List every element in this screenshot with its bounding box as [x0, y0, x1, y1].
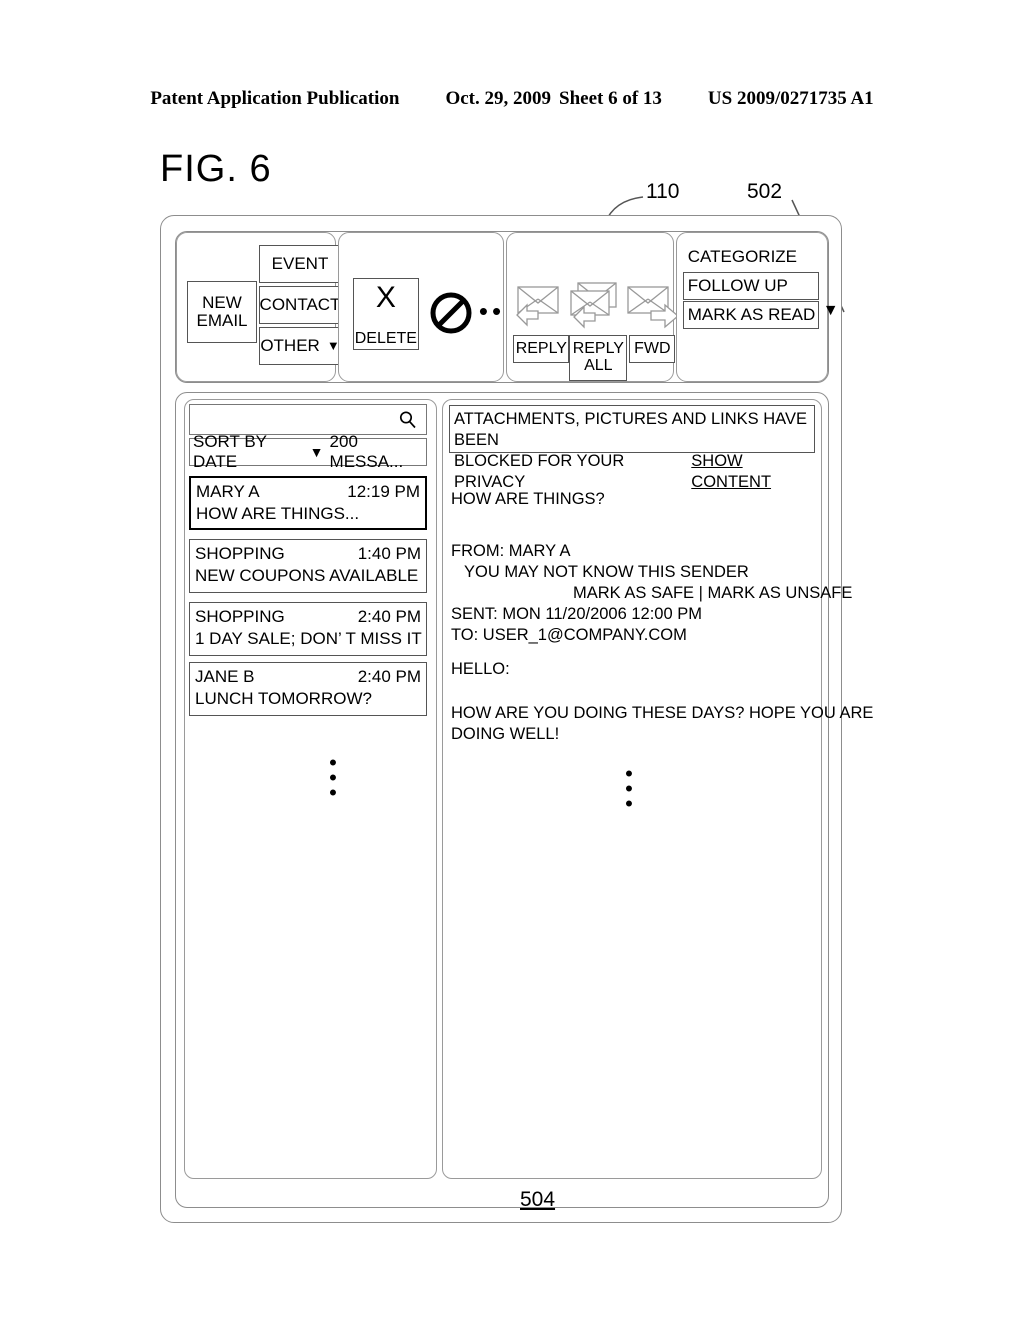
reply-all-label-line1: REPLY: [572, 340, 624, 358]
body-continuation-dots-icon: • • •: [625, 761, 633, 816]
message-list-item[interactable]: JANE B 2:40 PM LUNCH TOMORROW?: [189, 662, 427, 716]
message-preview: NEW COUPONS AVAILABLE: [195, 566, 419, 585]
search-icon[interactable]: [398, 410, 418, 430]
message-count-label: 200 MESSA...: [329, 432, 404, 471]
message-list-pane: SORT BY DATE ▼ 200 MESSA... MARY A 12:19…: [184, 399, 437, 1179]
ribbon-group-delete: X DELETE •••: [337, 232, 514, 382]
patent-number: US 2009/0271735 A1: [707, 88, 874, 109]
message-sender: JANE B: [195, 667, 255, 686]
mark-as-read-label: MARK AS READ: [687, 305, 816, 324]
patent-header: Patent Application Publication Oct. 29, …: [0, 88, 1024, 110]
figure-label: FIG. 6: [160, 148, 272, 190]
message-sender: SHOPPING: [195, 544, 285, 563]
ref-numeral-504: 504: [520, 1188, 556, 1211]
new-other-dropdown[interactable]: OTHER ▼: [259, 327, 341, 365]
reply-button[interactable]: REPLY: [513, 335, 570, 363]
categorize-label: CATEGORIZE: [687, 247, 798, 266]
message-time: 2:40 PM: [357, 607, 421, 626]
sort-bar[interactable]: SORT BY DATE ▼ 200 MESSA...: [189, 432, 427, 471]
publication-date: Oct. 29, 2009: [445, 88, 552, 109]
sort-chevron-down-icon[interactable]: ▼: [310, 444, 324, 460]
sheet-number: Sheet 6 of 13: [559, 88, 662, 109]
publication-label: Patent Application Publication: [150, 88, 400, 109]
email-body-line-1: HOW ARE YOU DOING THESE DAYS? HOPE YOU A…: [451, 704, 874, 722]
reply-icon-row: [515, 281, 681, 333]
follow-up-label: FOLLOW UP: [687, 276, 788, 295]
new-contact-button[interactable]: CONTACT: [259, 286, 341, 324]
blocked-content-banner: ATTACHMENTS, PICTURES AND LINKS HAVE BEE…: [449, 405, 815, 491]
message-list-item[interactable]: SHOPPING 2:40 PM 1 DAY SALE; DON’ T MISS…: [189, 602, 427, 656]
forward-label: FWD: [634, 339, 671, 357]
content-area: SORT BY DATE ▼ 200 MESSA... MARY A 12:19…: [175, 392, 873, 1208]
email-from: FROM: MARY A: [451, 542, 571, 560]
ribbon-group-categorize: CATEGORIZE FOLLOW UP MARK AS READ ▼: [675, 232, 839, 382]
show-content-link[interactable]: SHOW CONTENT: [691, 451, 810, 493]
categorize-button[interactable]: CATEGORIZE: [682, 243, 819, 271]
email-to: TO: USER_1@COMPANY.COM: [451, 626, 687, 644]
mark-as-read-button[interactable]: MARK AS READ: [682, 301, 819, 329]
message-sender: SHOPPING: [195, 607, 285, 626]
follow-up-button[interactable]: FOLLOW UP: [682, 272, 819, 300]
blocked-line-2: BLOCKED FOR YOUR PRIVACY: [454, 452, 625, 491]
ribbon-group-reply: REPLY REPLY ALL FWD: [506, 232, 680, 382]
new-event-label: EVENT: [271, 254, 329, 274]
blocked-line-1: ATTACHMENTS, PICTURES AND LINKS HAVE BEE…: [454, 410, 807, 449]
new-email-label-line1: NEW: [202, 293, 242, 313]
reply-label: REPLY: [515, 339, 567, 357]
message-preview: LUNCH TOMORROW?: [195, 689, 372, 708]
search-field[interactable]: [189, 404, 427, 435]
delete-label: DELETE: [354, 330, 417, 347]
reply-all-button[interactable]: REPLY ALL: [569, 335, 628, 381]
device-frame: NEW EMAIL EVENT CONTACT OTHER ▼ X DELETE: [160, 215, 873, 1223]
reading-pane: ATTACHMENTS, PICTURES AND LINKS HAVE BEE…: [442, 399, 873, 1179]
sort-label: SORT BY DATE: [193, 432, 267, 471]
forward-button[interactable]: FWD: [629, 335, 676, 363]
list-continuation-dots-icon: • • •: [329, 750, 337, 805]
message-time: 2:40 PM: [357, 667, 421, 686]
new-event-button[interactable]: EVENT: [259, 245, 341, 283]
delete-button[interactable]: X DELETE: [352, 278, 419, 350]
new-other-label: OTHER: [260, 336, 320, 356]
message-time: 1:40 PM: [357, 544, 421, 563]
reply-envelope-icon[interactable]: [515, 281, 571, 331]
x-icon: X: [375, 281, 396, 314]
message-list-item[interactable]: SHOPPING 1:40 PM NEW COUPONS AVAILABLE: [189, 539, 427, 593]
categorize-dropdown-caret-icon[interactable]: ▼: [823, 303, 839, 319]
new-contact-label: CONTACT: [259, 295, 341, 315]
message-sender: MARY A: [196, 482, 260, 501]
message-list-item[interactable]: MARY A 12:19 PM HOW ARE THINGS...: [189, 476, 427, 530]
email-subject: HOW ARE THINGS?: [451, 490, 605, 508]
new-email-button[interactable]: NEW EMAIL: [187, 281, 257, 343]
forward-envelope-icon[interactable]: [625, 281, 681, 331]
no-entry-icon[interactable]: [429, 291, 473, 335]
new-email-label-line2: EMAIL: [196, 311, 248, 330]
ribbon-group-new: NEW EMAIL EVENT CONTACT OTHER ▼: [176, 232, 341, 382]
message-preview: HOW ARE THINGS...: [196, 504, 360, 523]
mark-safe-links[interactable]: MARK AS SAFE | MARK AS UNSAFE: [451, 583, 852, 604]
message-time: 12:19 PM: [347, 482, 420, 501]
reply-all-label-line2: ALL: [584, 357, 613, 374]
email-body-greeting: HELLO:: [451, 660, 510, 678]
ribbon-toolbar: NEW EMAIL EVENT CONTACT OTHER ▼ X DELETE: [175, 231, 839, 383]
reply-all-envelope-icon[interactable]: [569, 281, 625, 331]
unknown-sender-warning: YOU MAY NOT KNOW THIS SENDER: [464, 563, 749, 581]
email-sent-date: SENT: MON 11/20/2006 12:00 PM: [451, 605, 702, 623]
message-preview: 1 DAY SALE; DON’ T MISS IT: [195, 629, 422, 648]
email-body-line-2: DOING WELL!: [451, 725, 560, 743]
